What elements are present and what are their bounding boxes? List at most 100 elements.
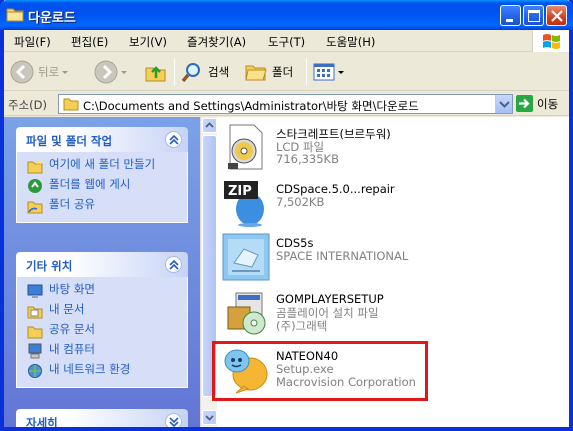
folder-icon [63,98,79,111]
task-label: 폴더 공유 [49,197,95,211]
file-company: SPACE INTERNATIONAL [276,249,409,263]
place-label: 공유 문서 [49,322,95,336]
file-name: CDS5s [276,236,314,250]
task-label: 여기에 새 폴더 만들기 [49,157,156,171]
dropdown-arrow-icon [121,71,127,74]
place-my-computer[interactable]: 내 컴퓨터 [27,343,179,359]
file-size: 716,335KB [276,152,339,166]
back-button[interactable]: 뒤로 [10,58,71,86]
other-places-group: 기타 위치 바탕 화면 내 문서 공유 문서 내 컴퓨터 내 네트워크 환경 [16,252,188,388]
up-folder-icon [145,66,166,82]
title-bar[interactable]: 다운로드 [0,0,573,30]
place-label: 내 문서 [49,302,85,316]
back-arrow-icon [10,60,34,84]
task-publish-web[interactable]: 폴더를 웹에 게시 [27,178,179,194]
gomplayer-setup-icon [227,292,266,335]
highlight-box [212,341,428,401]
maximize-icon [528,10,540,22]
place-desktop[interactable]: 바탕 화면 [27,283,179,299]
task-new-folder[interactable]: 여기에 새 폴더 만들기 [27,158,179,174]
file-item[interactable]: 스타크레프트(브르두워) LCD 파일 716,335KB [222,123,522,177]
place-label: 내 네트워크 환경 [49,362,131,376]
windows-logo [532,30,569,52]
address-label: 주소(D) [8,98,47,112]
chevron-down-icon [169,417,179,427]
scroll-up-button[interactable] [202,118,217,133]
place-label: 바탕 화면 [49,282,95,296]
address-path: C:\Documents and Settings\Administrator\… [83,99,419,113]
views-icon [313,63,335,81]
my-computer-icon [28,343,42,359]
desktop-icon [27,284,43,298]
up-folder-button[interactable] [144,58,168,86]
network-icon [28,364,42,378]
publish-web-icon [28,179,42,193]
minimize-button[interactable] [500,5,521,26]
file-item[interactable]: CDS5s SPACE INTERNATIONAL [222,233,522,287]
menu-help[interactable]: 도움말(H) [326,34,375,50]
views-button[interactable] [312,58,346,86]
file-tasks-title: 파일 및 폴더 작업 [26,134,113,148]
other-places-title: 기타 위치 [26,259,73,273]
file-item[interactable]: GOMPLAYERSETUP 곰플레이어 설치 파일 (주)그래텍 [222,289,522,343]
file-item[interactable]: ZIP CDSpace.5.0...repair 7,502KB [222,179,522,233]
close-button[interactable] [546,5,567,26]
go-arrow-icon [516,95,533,112]
menu-favorites[interactable]: 즐겨찾기(A) [187,34,246,50]
chevron-up-icon [205,122,214,128]
dropdown-arrow-icon [62,71,69,74]
share-folder-icon [27,201,43,214]
file-tasks-header[interactable]: 파일 및 폴더 작업 [16,127,188,152]
file-tasks-body: 여기에 새 폴더 만들기 폴더를 웹에 게시 폴더 공유 [16,152,188,223]
toolbar: 뒤로 검색 폴더 [4,53,569,91]
place-shared-documents[interactable]: 공유 문서 [27,323,179,339]
search-icon [181,63,200,83]
place-network[interactable]: 내 네트워크 환경 [27,363,179,379]
chevron-down-icon [499,101,510,108]
go-button[interactable]: 이동 [516,95,558,112]
forward-button[interactable] [94,58,130,86]
address-field[interactable]: C:\Documents and Settings\Administrator\… [58,94,513,114]
menu-file[interactable]: 파일(F) [14,34,51,50]
place-label: 내 컴퓨터 [49,342,95,356]
cdspace-installer-icon [222,233,270,281]
new-folder-icon [27,159,43,174]
maximize-button[interactable] [523,5,544,26]
forward-arrow-icon [94,60,118,84]
chevron-up-icon [169,134,179,145]
address-bar: 주소(D) C:\Documents and Settings\Administ… [4,92,569,116]
expand-button[interactable] [165,413,182,427]
scroll-down-button[interactable] [202,410,217,425]
other-places-header[interactable]: 기타 위치 [16,252,188,277]
file-company: (주)그래텍 [276,319,328,333]
menu-view[interactable]: 보기(V) [129,34,167,50]
task-label: 폴더를 웹에 게시 [49,177,131,191]
task-share-folder[interactable]: 폴더 공유 [27,198,179,214]
folders-button[interactable]: 폴더 [244,58,293,86]
place-my-documents[interactable]: 내 문서 [27,303,179,319]
search-button[interactable]: 검색 [180,58,229,86]
chevron-up-icon [169,259,179,270]
menu-tools[interactable]: 도구(T) [268,34,305,50]
close-icon [551,10,563,22]
file-tasks-group: 파일 및 폴더 작업 여기에 새 폴더 만들기 폴더를 웹에 게시 폴더 공유 [16,127,188,223]
shared-documents-icon [27,326,43,339]
file-size: 7,502KB [276,195,325,209]
folders-icon [245,65,267,81]
details-group: 자세히 [16,409,188,427]
menu-edit[interactable]: 편집(E) [71,34,108,50]
file-name: CDSpace.5.0...repair [276,182,395,196]
address-dropdown-button[interactable] [495,95,512,113]
collapse-button[interactable] [165,131,182,148]
folder-icon [6,8,24,22]
toolbar-separator [174,59,175,85]
details-title: 자세히 [26,416,58,427]
collapse-button[interactable] [165,256,182,273]
details-header[interactable]: 자세히 [16,409,188,427]
file-name: GOMPLAYERSETUP [276,292,384,306]
svg-text:ZIP: ZIP [228,184,252,199]
task-pane: 파일 및 폴더 작업 여기에 새 폴더 만들기 폴더를 웹에 게시 폴더 공유 [4,117,200,427]
my-documents-icon [27,306,43,319]
menu-bar: 파일(F) 편집(E) 보기(V) 즐겨찾기(A) 도구(T) 도움말(H) [4,30,569,52]
cd-image-icon [228,124,263,170]
